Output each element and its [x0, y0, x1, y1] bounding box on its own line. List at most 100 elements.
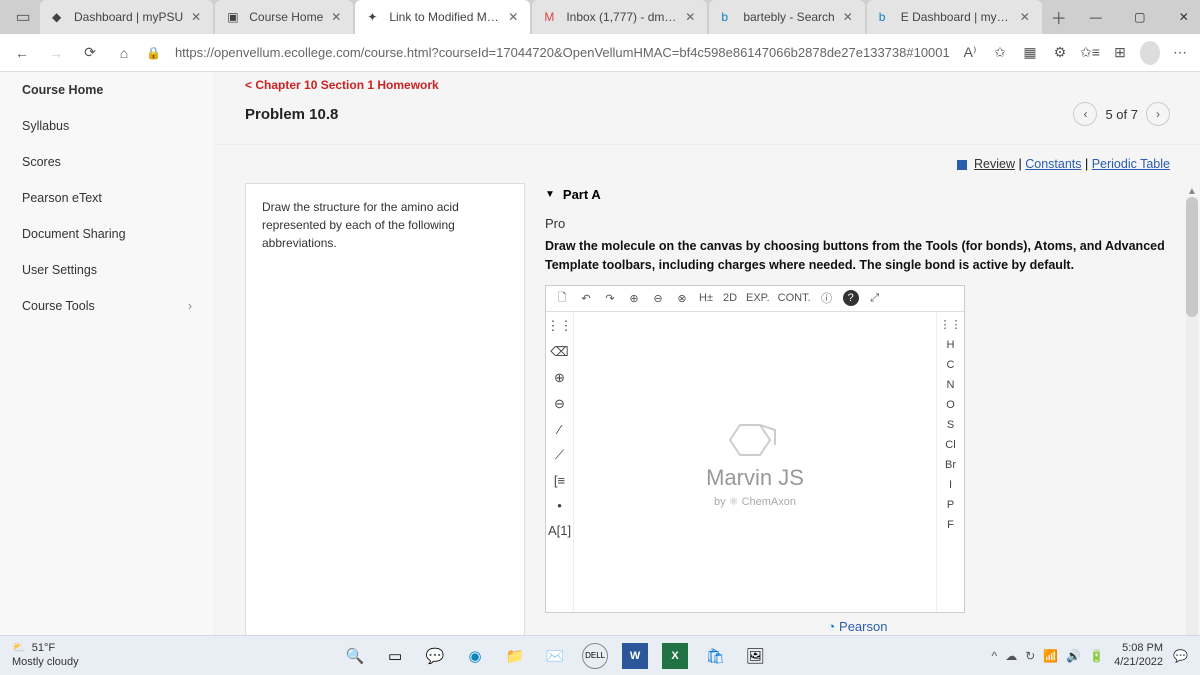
atom-o[interactable]: O [946, 399, 955, 411]
sidebar-item-doc-sharing[interactable]: Document Sharing [0, 216, 214, 252]
collections-icon[interactable]: ⊞ [1110, 44, 1130, 61]
store-icon[interactable]: 🛍 [702, 643, 728, 669]
sidebar-item-course-home[interactable]: Course Home [0, 72, 214, 108]
scroll-thumb[interactable] [1186, 197, 1198, 317]
atom-f[interactable]: F [947, 519, 954, 531]
constants-link[interactable]: Constants [1025, 157, 1081, 171]
start-button[interactable] [302, 643, 328, 669]
chat-icon[interactable]: 💬 [422, 643, 448, 669]
explorer-icon[interactable]: 📁 [502, 643, 528, 669]
tab-edashboard[interactable]: bE Dashboard | myPSU e Lin✕ [867, 0, 1042, 34]
close-icon[interactable]: ✕ [508, 10, 518, 24]
notifications-icon[interactable]: 💬 [1173, 649, 1188, 663]
home-button[interactable]: ⌂ [112, 41, 136, 65]
star-icon[interactable]: ✩ [990, 44, 1010, 61]
part-a-header[interactable]: ▼Part A [545, 183, 1170, 216]
single-bond-icon[interactable]: ∕ [558, 422, 560, 437]
atom-p[interactable]: P [947, 499, 954, 511]
edge-icon[interactable]: ◉ [462, 643, 488, 669]
sync-icon[interactable]: ↻ [1025, 649, 1035, 663]
wifi-icon[interactable]: 📶 [1043, 649, 1058, 663]
zoom-fit-icon[interactable]: ⊗ [674, 292, 690, 305]
forward-button[interactable]: → [44, 41, 68, 65]
atom-cl[interactable]: Cl [945, 439, 955, 451]
tab-mastering[interactable]: ✦Link to Modified Mastering✕ [355, 0, 530, 34]
plus-charge-icon[interactable]: ⊕ [554, 370, 565, 386]
photos-icon[interactable]: 🖼 [742, 643, 768, 669]
sidebar-item-scores[interactable]: Scores [0, 144, 214, 180]
wedge-bond-icon[interactable]: ⟋ [555, 447, 564, 463]
radical-icon[interactable]: • [557, 498, 562, 513]
atom-n[interactable]: N [947, 379, 955, 391]
word-icon[interactable]: W [622, 643, 648, 669]
scroll-up-icon[interactable]: ▲ [1187, 186, 1197, 197]
tab-dashboard[interactable]: ◆Dashboard | myPSU✕ [40, 0, 213, 34]
close-icon[interactable]: ✕ [331, 10, 341, 24]
drag-handle-icon[interactable]: ⋮⋮ [547, 318, 573, 334]
zoom-in-icon[interactable]: ⊕ [626, 292, 642, 305]
chain-icon[interactable]: [≡ [554, 473, 565, 488]
chevron-up-icon[interactable]: ^ [992, 649, 998, 663]
undo-icon[interactable]: ↶ [578, 292, 594, 305]
atom-h[interactable]: H [947, 339, 955, 351]
new-doc-icon[interactable]: 🗋 [554, 289, 570, 308]
periodic-table-link[interactable]: Periodic Table [1092, 157, 1170, 171]
tab-bartleby[interactable]: bbartebly - Search✕ [709, 0, 864, 34]
taskview-icon[interactable]: ▭ [382, 643, 408, 669]
refresh-button[interactable]: ⟳ [78, 41, 102, 65]
sidebar-item-course-tools[interactable]: Course Tools [0, 288, 214, 324]
close-icon[interactable]: ✕ [843, 10, 853, 24]
breadcrumb[interactable]: < Chapter 10 Section 1 Homework [215, 72, 1200, 94]
taskbar-clock[interactable]: 5:08 PM 4/21/2022 [1114, 642, 1163, 668]
sidebar-item-etext[interactable]: Pearson eText [0, 180, 214, 216]
lock-icon[interactable]: 🔒 [146, 46, 161, 60]
tab-inbox[interactable]: MInbox (1,777) - dmatias2@✕ [532, 0, 707, 34]
fullscreen-icon[interactable]: ⤢ [867, 292, 883, 305]
sidebar-item-user-settings[interactable]: User Settings [0, 252, 214, 288]
battery-icon[interactable]: 🔋 [1089, 649, 1104, 663]
drawing-canvas[interactable]: Marvin JS by ⚛ ChemAxon [574, 312, 936, 612]
2d-icon[interactable]: 2D [722, 292, 738, 304]
cont-icon[interactable]: CONT. [778, 292, 811, 304]
weather-widget[interactable]: ⛅51°F Mostly cloudy [12, 642, 79, 668]
label-icon[interactable]: A[1] [548, 523, 571, 538]
close-icon[interactable]: ✕ [1020, 10, 1030, 24]
help-icon[interactable]: ? [843, 290, 859, 306]
atom-i[interactable]: I [949, 479, 952, 491]
zoom-out-icon[interactable]: ⊖ [650, 292, 666, 305]
extension-icon[interactable]: ▦ [1020, 44, 1040, 61]
drag-handle-icon[interactable]: ⋮⋮ [940, 318, 962, 331]
more-icon[interactable]: ⋯ [1170, 44, 1190, 61]
next-problem-button[interactable]: › [1146, 102, 1170, 126]
url-field[interactable]: https://openvellum.ecollege.com/course.h… [175, 45, 950, 60]
info-icon[interactable]: ⓘ [819, 290, 835, 306]
atom-br[interactable]: Br [945, 459, 956, 471]
settings-icon[interactable]: ⚙ [1050, 44, 1070, 61]
maximize-button[interactable]: ▢ [1118, 0, 1162, 34]
review-link[interactable]: Review [974, 157, 1015, 171]
eraser-icon[interactable]: ⌫ [550, 344, 568, 360]
redo-icon[interactable]: ↷ [602, 292, 618, 305]
onedrive-icon[interactable]: ☁ [1005, 649, 1017, 663]
vertical-scrollbar[interactable]: ▲ ▼ [1184, 186, 1200, 635]
exp-icon[interactable]: EXP. [746, 292, 770, 304]
tab-actions-icon[interactable]: ▭ [6, 0, 40, 34]
close-icon[interactable]: ✕ [685, 10, 695, 24]
atom-s[interactable]: S [947, 419, 954, 431]
profile-avatar[interactable] [1140, 41, 1160, 65]
favorites-icon[interactable]: ✩≡ [1080, 44, 1100, 61]
volume-icon[interactable]: 🔊 [1066, 649, 1081, 663]
search-icon[interactable]: 🔍 [342, 643, 368, 669]
prev-problem-button[interactable]: ‹ [1073, 102, 1097, 126]
hydrogen-icon[interactable]: H± [698, 292, 714, 304]
mail-icon[interactable]: ✉️ [542, 643, 568, 669]
new-tab-button[interactable]: ＋ [1044, 0, 1074, 34]
minimize-button[interactable]: — [1074, 0, 1118, 34]
atom-c[interactable]: C [947, 359, 955, 371]
dell-icon[interactable]: DELL [582, 643, 608, 669]
read-aloud-icon[interactable]: A⁾ [960, 44, 980, 61]
back-button[interactable]: ← [10, 41, 34, 65]
close-icon[interactable]: ✕ [191, 10, 201, 24]
close-button[interactable]: ✕ [1162, 0, 1200, 34]
minus-charge-icon[interactable]: ⊖ [554, 396, 565, 412]
